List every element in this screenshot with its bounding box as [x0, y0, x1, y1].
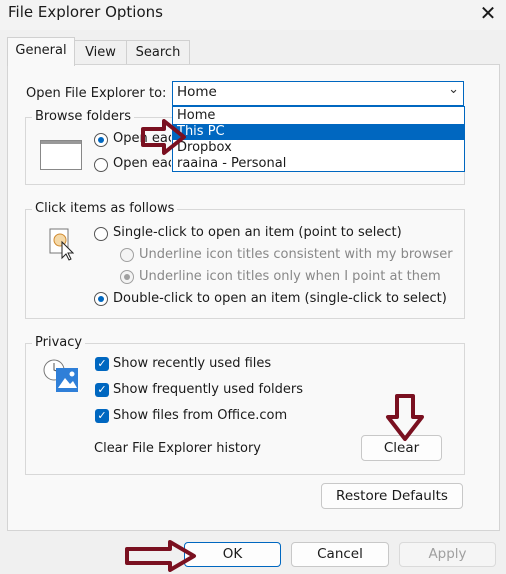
window-preview-icon [40, 140, 82, 170]
radio-underline-browser[interactable] [120, 248, 134, 262]
checkbox-frequent-folders[interactable]: ✓ [95, 383, 109, 397]
tab-view[interactable]: View [74, 40, 127, 65]
tab-search[interactable]: Search [126, 40, 190, 65]
recent-files-label: Show recently used files [113, 356, 272, 371]
clear-history-label: Clear File Explorer history [94, 441, 261, 456]
checkbox-recent-files[interactable]: ✓ [95, 357, 109, 371]
restore-defaults-button[interactable]: Restore Defaults [321, 483, 463, 509]
radio-double-click[interactable] [94, 292, 108, 306]
arrow-ok-icon [125, 540, 196, 572]
checkbox-office-files[interactable]: ✓ [95, 409, 109, 423]
tab-view-label: View [85, 45, 116, 60]
tab-search-label: Search [135, 45, 181, 60]
privacy-title: Privacy [32, 335, 86, 350]
open-to-value: Home [177, 84, 217, 100]
option-raaina-personal[interactable]: raaina - Personal [173, 156, 464, 172]
office-files-label: Show files from Office.com [113, 408, 288, 423]
radio-same-window[interactable] [94, 133, 108, 147]
own-window-label: Open each folder in its own window [113, 156, 171, 171]
double-click-label: Double-click to open an item (single-cli… [113, 291, 447, 306]
click-pointer-icon [48, 228, 75, 261]
privacy-files-icon [42, 356, 82, 394]
cancel-button[interactable]: Cancel [291, 542, 389, 567]
chevron-down-icon: ⌄ [448, 82, 459, 97]
option-dropbox[interactable]: Dropbox [173, 140, 464, 156]
radio-single-click[interactable] [94, 227, 108, 241]
option-home[interactable]: Home [173, 108, 464, 124]
tab-general-label: General [15, 43, 67, 58]
arrow-down-icon [386, 394, 424, 441]
click-items-title: Click items as follows [32, 201, 178, 216]
radio-own-window[interactable] [94, 158, 108, 172]
open-to-dropdown-list: Home This PC Dropbox raaina - Personal [172, 106, 465, 172]
radio-underline-point[interactable] [120, 270, 134, 284]
window-title: File Explorer Options [8, 3, 163, 21]
option-this-pc[interactable]: This PC [173, 124, 464, 140]
open-to-label: Open File Explorer to: [26, 86, 167, 101]
close-icon[interactable]: ✕ [470, 0, 506, 28]
tab-general[interactable]: General [7, 37, 75, 66]
browse-folders-title: Browse folders [32, 109, 134, 124]
arrow-right-icon [141, 119, 186, 155]
open-to-select[interactable]: Home ⌄ [172, 81, 464, 106]
underline-browser-label: Underline icon titles consistent with my… [139, 247, 453, 262]
frequent-folders-label: Show frequently used folders [113, 382, 304, 397]
single-click-label: Single-click to open an item (point to s… [113, 225, 402, 240]
underline-point-label: Underline icon titles only when I point … [139, 269, 441, 284]
apply-button[interactable]: Apply [399, 542, 496, 567]
